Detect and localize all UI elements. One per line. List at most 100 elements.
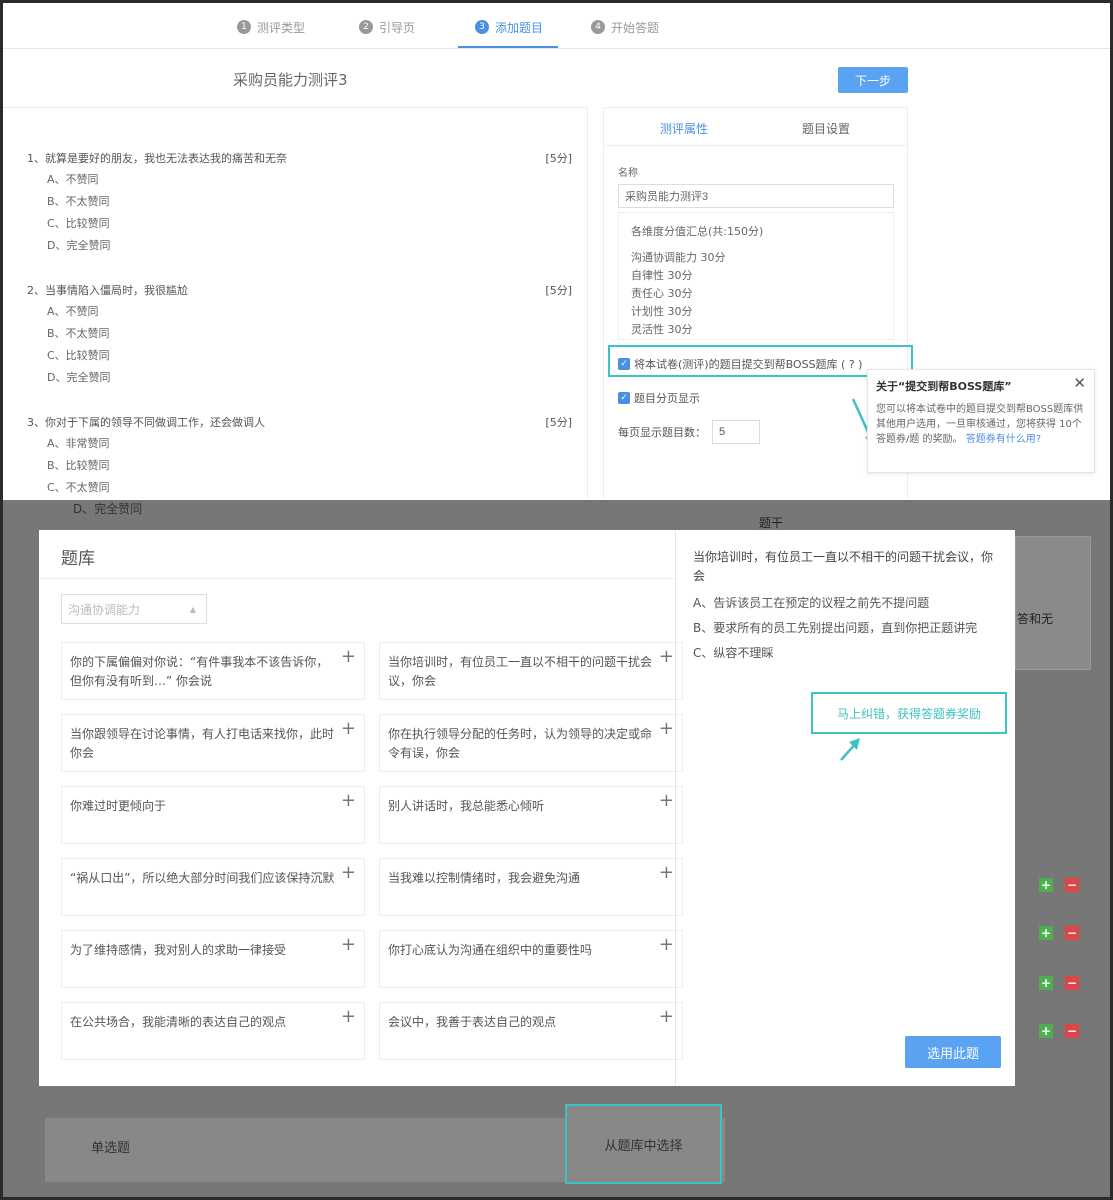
question-text: 2、当事情陷入僵局时，我很尴尬 xyxy=(27,284,188,297)
name-input[interactable] xyxy=(618,184,894,208)
per-page-input[interactable] xyxy=(712,420,760,444)
bank-question-card[interactable]: 别人讲话时，我总能悉心倾听 + xyxy=(379,786,683,844)
preview-option: B、要求所有的员工先别提出问题，直到你把正题讲完 xyxy=(693,621,978,635)
step-label: 测评类型 xyxy=(257,20,306,35)
close-icon[interactable]: ✕ xyxy=(1073,374,1086,392)
summary-item: 责任心 30分 xyxy=(631,287,693,300)
plus-icon[interactable]: + xyxy=(659,719,674,738)
select-from-bank-button[interactable]: 从题库中选择 xyxy=(565,1104,722,1184)
summary-item: 灵活性 30分 xyxy=(631,323,693,336)
background-box xyxy=(1015,536,1091,670)
plus-icon[interactable]: + xyxy=(659,647,674,666)
step-label: 引导页 xyxy=(379,20,416,35)
card-text: 当你培训时，有位员工一直以不相干的问题干扰会议，你会 xyxy=(388,655,653,688)
bank-question-card[interactable]: “祸从口出”，所以绝大部分时间我们应该保持沉默 + xyxy=(61,858,365,916)
bank-question-card[interactable]: 当你培训时，有位员工一直以不相干的问题干扰会议，你会 + xyxy=(379,642,683,700)
step-3[interactable]: 3 添加题目 xyxy=(475,17,543,37)
next-step-button[interactable]: 下一步 xyxy=(838,67,908,93)
bank-question-card[interactable]: 为了维持感情，我对别人的求助一律接受 + xyxy=(61,930,365,988)
modal-title: 题库 xyxy=(61,549,95,569)
question-score: [5分] xyxy=(545,284,572,297)
bank-question-card[interactable]: 会议中，我善于表达自己的观点 + xyxy=(379,1002,683,1060)
tab-question-settings[interactable]: 题目设置 xyxy=(802,120,850,137)
card-text: 当我难以控制情绪时，我会避免沟通 xyxy=(388,871,581,885)
step-number: 3 xyxy=(475,20,489,34)
tooltip-help-link[interactable]: 答题券有什么用? xyxy=(966,434,1041,445)
step-bar: 1 测评类型 2 引导页 3 添加题目 4 开始答题 xyxy=(3,3,1110,49)
option: C、比较赞同 xyxy=(47,217,110,230)
paging-checkbox[interactable]: ✓ 题目分页显示 xyxy=(618,390,700,406)
caret-up-icon: ▲ xyxy=(189,604,196,614)
plus-icon[interactable]: + xyxy=(659,935,674,954)
tab-eval-properties[interactable]: 测评属性 xyxy=(660,120,708,137)
minus-icon[interactable]: − xyxy=(1065,976,1079,990)
summary-item: 自律性 30分 xyxy=(631,269,693,282)
single-choice-button[interactable]: 单选题 xyxy=(91,1137,130,1156)
plus-icon[interactable]: + xyxy=(341,647,356,666)
summary-item: 计划性 30分 xyxy=(631,305,693,318)
option: B、不太赞同 xyxy=(47,195,110,208)
bank-question-card[interactable]: 在公共场合，我能清晰的表达自己的观点 + xyxy=(61,1002,365,1060)
option: C、不太赞同 xyxy=(47,481,110,494)
option: B、比较赞同 xyxy=(47,459,110,472)
question-text: 1、就算是要好的朋友，我也无法表达我的痛苦和无奈 xyxy=(27,152,287,165)
plus-icon[interactable]: + xyxy=(659,863,674,882)
summary-item: 沟通协调能力 30分 xyxy=(631,251,726,264)
bank-question-card[interactable]: 你打心底认为沟通在组织中的重要性吗 + xyxy=(379,930,683,988)
bank-question-card[interactable]: 你的下属偏偏对你说：“有件事我本不该告诉你，但你有没有听到…” 你会说 + xyxy=(61,642,365,700)
question-preview: 当你培训时，有位员工一直以不相干的问题干扰会议，你会 A、告诉该员工在预定的议程… xyxy=(693,548,1003,669)
plus-icon[interactable]: + xyxy=(1039,1024,1053,1038)
plus-icon[interactable]: + xyxy=(1039,926,1053,940)
question-item[interactable]: 2、当事情陷入僵局时，我很尴尬 [5分] A、不赞同 B、不太赞同 C、比较赞同 … xyxy=(27,280,572,388)
preview-option: C、纵容不理睬 xyxy=(693,646,774,660)
option: A、不赞同 xyxy=(47,305,99,318)
submit-info-tooltip: 关于“提交到帮BOSS题库” ✕ 您可以将本试卷中的题目提交到帮BOSS题库供其… xyxy=(867,369,1095,473)
question-item[interactable]: 3、你对于下属的领导不同做调工作，还会做调人 [5分] A、非常赞同 B、比较赞同… xyxy=(27,412,572,498)
category-select[interactable]: 沟通协调能力 ▲ xyxy=(61,594,207,624)
bank-question-card[interactable]: 当你跟领导在讨论事情，有人打电话来找你，此时你会 + xyxy=(61,714,365,772)
background-text: 答和无 xyxy=(1017,612,1054,626)
card-text: 你在执行领导分配的任务时，认为领导的决定或命令有误，你会 xyxy=(388,727,653,760)
step-label: 添加题目 xyxy=(495,20,544,35)
plus-icon[interactable]: + xyxy=(341,719,356,738)
divider xyxy=(39,578,675,579)
card-text: 在公共场合，我能清晰的表达自己的观点 xyxy=(70,1015,287,1029)
question-bank-screen: D、完全赞同 题干 答和无 + − + − + − + − 单选题 从题库中选择… xyxy=(3,500,1110,1197)
step-label: 开始答题 xyxy=(611,20,660,35)
divider xyxy=(675,530,676,1086)
card-text: 别人讲话时，我总能悉心倾听 xyxy=(388,799,545,813)
question-item[interactable]: 1、就算是要好的朋友，我也无法表达我的痛苦和无奈 [5分] A、不赞同 B、不太赞… xyxy=(27,148,572,256)
card-text: 为了维持感情，我对别人的求助一律接受 xyxy=(70,943,287,957)
bank-question-card[interactable]: 当我难以控制情绪时，我会避免沟通 + xyxy=(379,858,683,916)
question-text: 3、你对于下属的领导不同做调工作，还会做调人 xyxy=(27,416,265,429)
tooltip-title: 关于“提交到帮BOSS题库” xyxy=(876,380,1012,393)
step-1[interactable]: 1 测评类型 xyxy=(237,17,305,37)
step-4[interactable]: 4 开始答题 xyxy=(591,17,659,37)
plus-icon[interactable]: + xyxy=(341,935,356,954)
minus-icon[interactable]: − xyxy=(1065,1024,1079,1038)
minus-icon[interactable]: − xyxy=(1065,878,1079,892)
preview-option: A、告诉该员工在预定的议程之前先不提问题 xyxy=(693,596,930,610)
step-2[interactable]: 2 引导页 xyxy=(359,17,415,37)
question-list: 1、就算是要好的朋友，我也无法表达我的痛苦和无奈 [5分] A、不赞同 B、不太赞… xyxy=(3,107,588,498)
use-question-button[interactable]: 选用此题 xyxy=(905,1036,1001,1068)
option: D、完全赞同 xyxy=(47,371,111,384)
report-error-link[interactable]: 马上纠错，获得答题券奖励 xyxy=(811,692,1007,734)
plus-icon[interactable]: + xyxy=(659,1007,674,1026)
option: A、不赞同 xyxy=(47,173,99,186)
summary-title: 各维度分值汇总(共:150分) xyxy=(631,225,764,238)
bank-question-card[interactable]: 你在执行领导分配的任务时，认为领导的决定或命令有误，你会 + xyxy=(379,714,683,772)
bank-question-card[interactable]: 你难过时更倾向于 + xyxy=(61,786,365,844)
plus-icon[interactable]: + xyxy=(341,791,356,810)
minus-icon[interactable]: − xyxy=(1065,926,1079,940)
plus-icon[interactable]: + xyxy=(1039,878,1053,892)
per-page-label: 每页显示题目数： xyxy=(618,426,706,439)
plus-icon[interactable]: + xyxy=(1039,976,1053,990)
plus-icon[interactable]: + xyxy=(341,863,356,882)
checkbox-checked-icon: ✓ xyxy=(618,392,630,404)
plus-icon[interactable]: + xyxy=(341,1007,356,1026)
plus-icon[interactable]: + xyxy=(659,791,674,810)
active-step-indicator xyxy=(458,46,558,48)
background-stem-label: 题干 xyxy=(759,516,784,530)
per-page-row: 每页显示题目数： xyxy=(618,420,760,444)
